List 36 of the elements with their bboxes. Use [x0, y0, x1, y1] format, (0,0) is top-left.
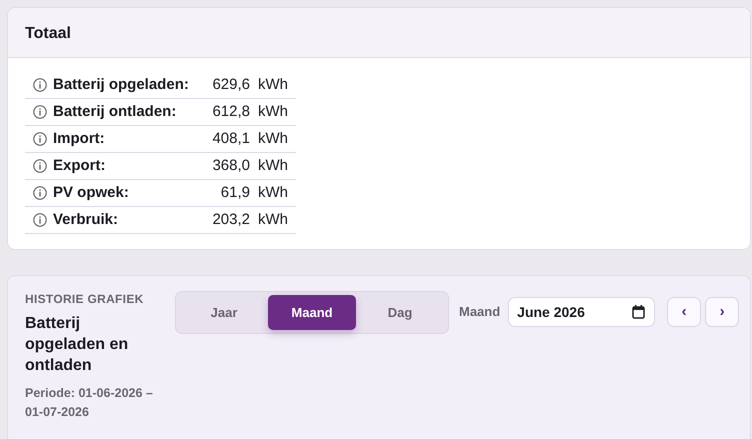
- metric-label: PV opwek:: [53, 182, 130, 203]
- section-label: HISTORIE GRAFIEK: [25, 291, 145, 308]
- info-icon[interactable]: [33, 159, 47, 173]
- metric-value: 203,2: [211, 210, 250, 230]
- info-icon[interactable]: [33, 78, 47, 92]
- info-icon[interactable]: [33, 186, 47, 200]
- info-icon[interactable]: [33, 105, 47, 119]
- metric-label: Verbruik:: [53, 210, 120, 230]
- calendar-icon[interactable]: [632, 305, 646, 319]
- metric-label: Batterij opgeladen:: [53, 74, 190, 95]
- unit-text: kWh: [258, 74, 288, 95]
- chart-title: Batterij opgeladen en ontladen: [25, 314, 130, 376]
- metric-label: Batterij ontladen:: [53, 102, 178, 122]
- metric-value: 408,1: [211, 128, 250, 149]
- period-tab[interactable]: Maand: [268, 295, 356, 330]
- metric-value: 612,8: [211, 102, 250, 122]
- month-field[interactable]: June 2026: [508, 297, 656, 327]
- metric-value: 368,0: [211, 156, 250, 176]
- unit-text: kWh: [258, 156, 288, 176]
- info-icon[interactable]: [33, 213, 47, 227]
- previous-button[interactable]: ‹: [667, 297, 702, 327]
- next-button[interactable]: ›: [705, 297, 740, 327]
- metric-label: Export:: [53, 156, 106, 176]
- period-tab[interactable]: Jaar: [180, 295, 268, 330]
- info-icon[interactable]: [33, 132, 47, 146]
- period-tab[interactable]: Dag: [356, 295, 444, 330]
- unit-text: kWh: [258, 210, 288, 230]
- metric-value: 61,9: [220, 182, 250, 203]
- metric-value: 629,6: [211, 74, 250, 95]
- unit-text: kWh: [258, 182, 288, 203]
- metric-label: Import:: [53, 128, 106, 149]
- unit-text: kWh: [258, 128, 288, 149]
- period-text: Periode: 01-06-2026 – 01-07-2026: [25, 385, 154, 421]
- card-title: Totaal: [8, 8, 750, 58]
- unit-text: kWh: [258, 102, 288, 122]
- date-label: Maand: [459, 303, 500, 322]
